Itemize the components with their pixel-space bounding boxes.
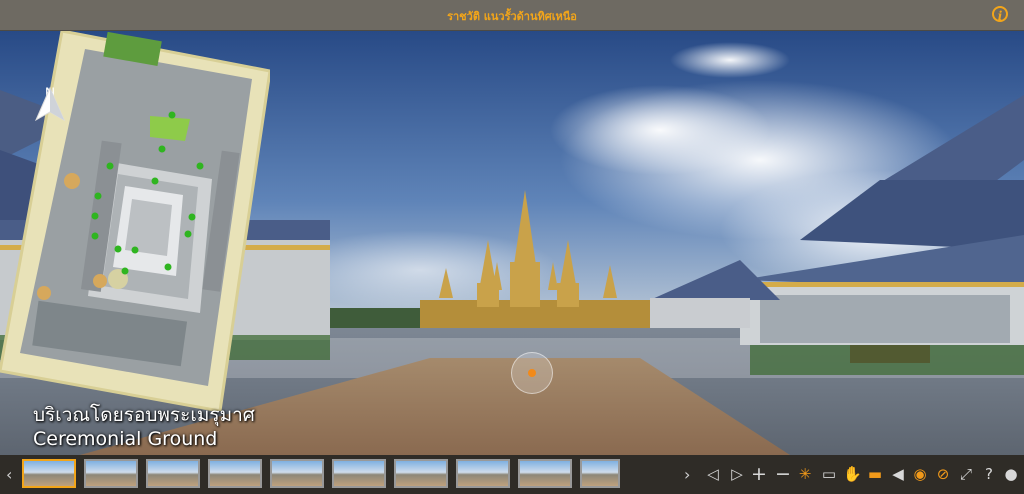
north-arrow-icon <box>34 86 66 122</box>
bottom-toolbar: ‹ › ◁ ▷ + − ✳ ▭ ✋ ▬ ◀ ◉ ⊘ ⤢ ? ● <box>0 455 1024 494</box>
thumbnail-item[interactable] <box>22 459 76 488</box>
sound-icon[interactable]: ◀ <box>889 465 907 483</box>
location-name-thai: บริเวณโดยรอบพระเมรุมาศ <box>33 404 255 426</box>
zoom-out-icon[interactable]: − <box>774 465 792 484</box>
thumbnail-item[interactable] <box>332 459 386 488</box>
chevron-left-icon[interactable]: ‹ <box>6 465 12 484</box>
chevron-right-icon[interactable]: › <box>684 465 690 484</box>
location-caption: บริเวณโดยรอบพระเมรุมาศ Ceremonial Ground <box>33 404 255 452</box>
thumbnail-item[interactable] <box>456 459 510 488</box>
autorotate-icon[interactable]: ✳ <box>796 465 814 483</box>
hotspot-dot-icon <box>528 369 536 377</box>
zoom-in-icon[interactable]: + <box>750 465 768 484</box>
thumbnail-item[interactable] <box>580 459 620 488</box>
hotspot-marker[interactable] <box>511 352 553 394</box>
map-icon[interactable]: ▬ <box>866 465 884 483</box>
location-name-english: Ceremonial Ground <box>33 428 218 450</box>
window-title: ราชวัติ แนวรั้วด้านทิศเหนือ <box>447 10 577 23</box>
help-icon[interactable]: ? <box>980 465 998 483</box>
thumbnail-item[interactable] <box>84 459 138 488</box>
hand-drag-icon[interactable]: ✋ <box>843 465 862 483</box>
forward-icon[interactable]: ▷ <box>728 465 746 483</box>
gyro-icon[interactable]: ◉ <box>911 465 929 483</box>
thumbnail-item[interactable] <box>208 459 262 488</box>
info-icon[interactable]: i <box>992 6 1008 23</box>
thumbnail-item[interactable] <box>394 459 448 488</box>
thumbnail-strip <box>22 459 620 488</box>
hotspots-icon[interactable]: ⊘ <box>934 465 952 483</box>
title-bar: ราชวัติ แนวรั้วด้านทิศเหนือ i <box>0 0 1024 31</box>
compass: N <box>30 86 70 142</box>
info-circle-icon[interactable]: ● <box>1002 465 1020 483</box>
thumbnail-item[interactable] <box>270 459 324 488</box>
thumbnail-item[interactable] <box>146 459 200 488</box>
panorama-viewport[interactable]: N บริเวณโดยรอบพระเมรุมาศ Ceremonial Grou… <box>0 31 1024 455</box>
vr-icon[interactable]: ▭ <box>820 465 838 483</box>
fullscreen-icon[interactable]: ⤢ <box>957 465 975 483</box>
thumbnail-item[interactable] <box>518 459 572 488</box>
rewind-icon[interactable]: ◁ <box>704 465 722 483</box>
